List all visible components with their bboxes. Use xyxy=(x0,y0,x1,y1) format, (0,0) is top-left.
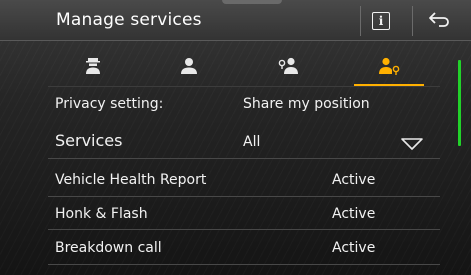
service-name: Vehicle Health Report xyxy=(55,172,207,188)
privacy-setting-row[interactable]: Privacy setting: Share my position xyxy=(48,92,440,118)
privacy-tabs xyxy=(48,52,438,88)
back-arrow-icon xyxy=(427,10,451,32)
manage-services-screen: Manage services i Privacy setting: Share… xyxy=(0,0,471,275)
services-filter-row[interactable]: Services All xyxy=(48,126,440,159)
person-icon xyxy=(178,55,200,81)
service-row[interactable]: Vehicle Health Report Active xyxy=(48,166,440,197)
tab-incognito[interactable] xyxy=(48,52,138,84)
title-notch xyxy=(222,0,282,4)
person-location-gear-icon xyxy=(377,55,401,81)
tab-person[interactable] xyxy=(144,52,234,84)
back-button[interactable] xyxy=(414,5,464,37)
privacy-setting-value: Share my position xyxy=(243,96,370,112)
title-divider xyxy=(412,6,413,36)
tab-person-location[interactable] xyxy=(244,52,334,84)
person-location-icon xyxy=(277,55,301,81)
service-status: Active xyxy=(332,240,376,256)
scrollbar[interactable] xyxy=(458,60,461,146)
tab-person-location-gear[interactable] xyxy=(344,52,434,86)
service-name: Honk & Flash xyxy=(55,206,148,222)
service-name: Breakdown call xyxy=(55,240,162,256)
service-row[interactable]: Honk & Flash Active xyxy=(48,198,440,230)
service-status: Active xyxy=(332,172,376,188)
privacy-setting-label: Privacy setting: xyxy=(55,96,164,112)
service-row[interactable]: Breakdown call Active xyxy=(48,232,440,265)
services-label: Services xyxy=(55,131,123,150)
info-icon: i xyxy=(372,12,390,30)
tab-divider xyxy=(48,86,440,87)
services-filter-value: All xyxy=(243,134,261,150)
title-divider xyxy=(360,6,361,36)
info-button[interactable]: i xyxy=(362,7,400,35)
title-bar: Manage services i xyxy=(0,0,471,41)
dropdown-triangle-icon[interactable] xyxy=(400,136,424,155)
service-status: Active xyxy=(332,206,376,222)
incognito-person-icon xyxy=(82,55,104,81)
page-title: Manage services xyxy=(56,10,202,30)
